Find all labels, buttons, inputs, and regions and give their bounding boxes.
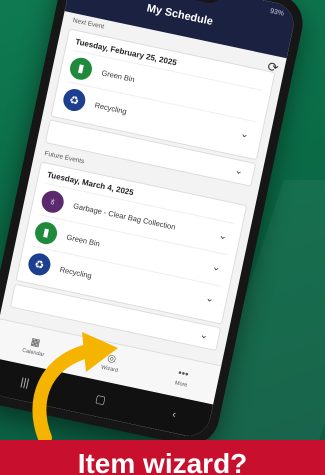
status-battery: 93% [269, 7, 285, 18]
item-label: Green Bin [100, 68, 136, 85]
chevron-down-icon[interactable]: ⌄ [234, 165, 244, 178]
green-bin-icon: ▮ [68, 55, 95, 82]
chevron-down-icon[interactable]: ⌄ [199, 329, 209, 342]
more-icon: ••• [176, 367, 190, 381]
item-label: Recycling [93, 100, 128, 116]
chevron-down-icon[interactable]: ⌄ [204, 293, 214, 306]
green-bin-icon: ▮ [33, 219, 60, 246]
chevron-down-icon[interactable]: ⌄ [211, 262, 221, 275]
item-label: Recycling [59, 264, 93, 280]
item-label: Green Bin [65, 232, 101, 249]
recycle-icon: ♻ [26, 251, 53, 278]
chevron-down-icon[interactable]: ⌄ [239, 128, 249, 141]
refresh-icon[interactable]: ⟳ [266, 59, 280, 77]
garbage-bag-icon: ♁ [39, 188, 66, 215]
chevron-down-icon[interactable]: ⌄ [218, 230, 228, 243]
promo-banner: Item wizard? [0, 440, 325, 475]
back-icon[interactable]: ‹ [171, 408, 177, 421]
nav-more[interactable]: ••• More [174, 368, 190, 389]
nav-label: More [174, 380, 188, 389]
pointer-arrow-icon [32, 332, 118, 440]
recycle-icon: ♻ [61, 87, 88, 114]
